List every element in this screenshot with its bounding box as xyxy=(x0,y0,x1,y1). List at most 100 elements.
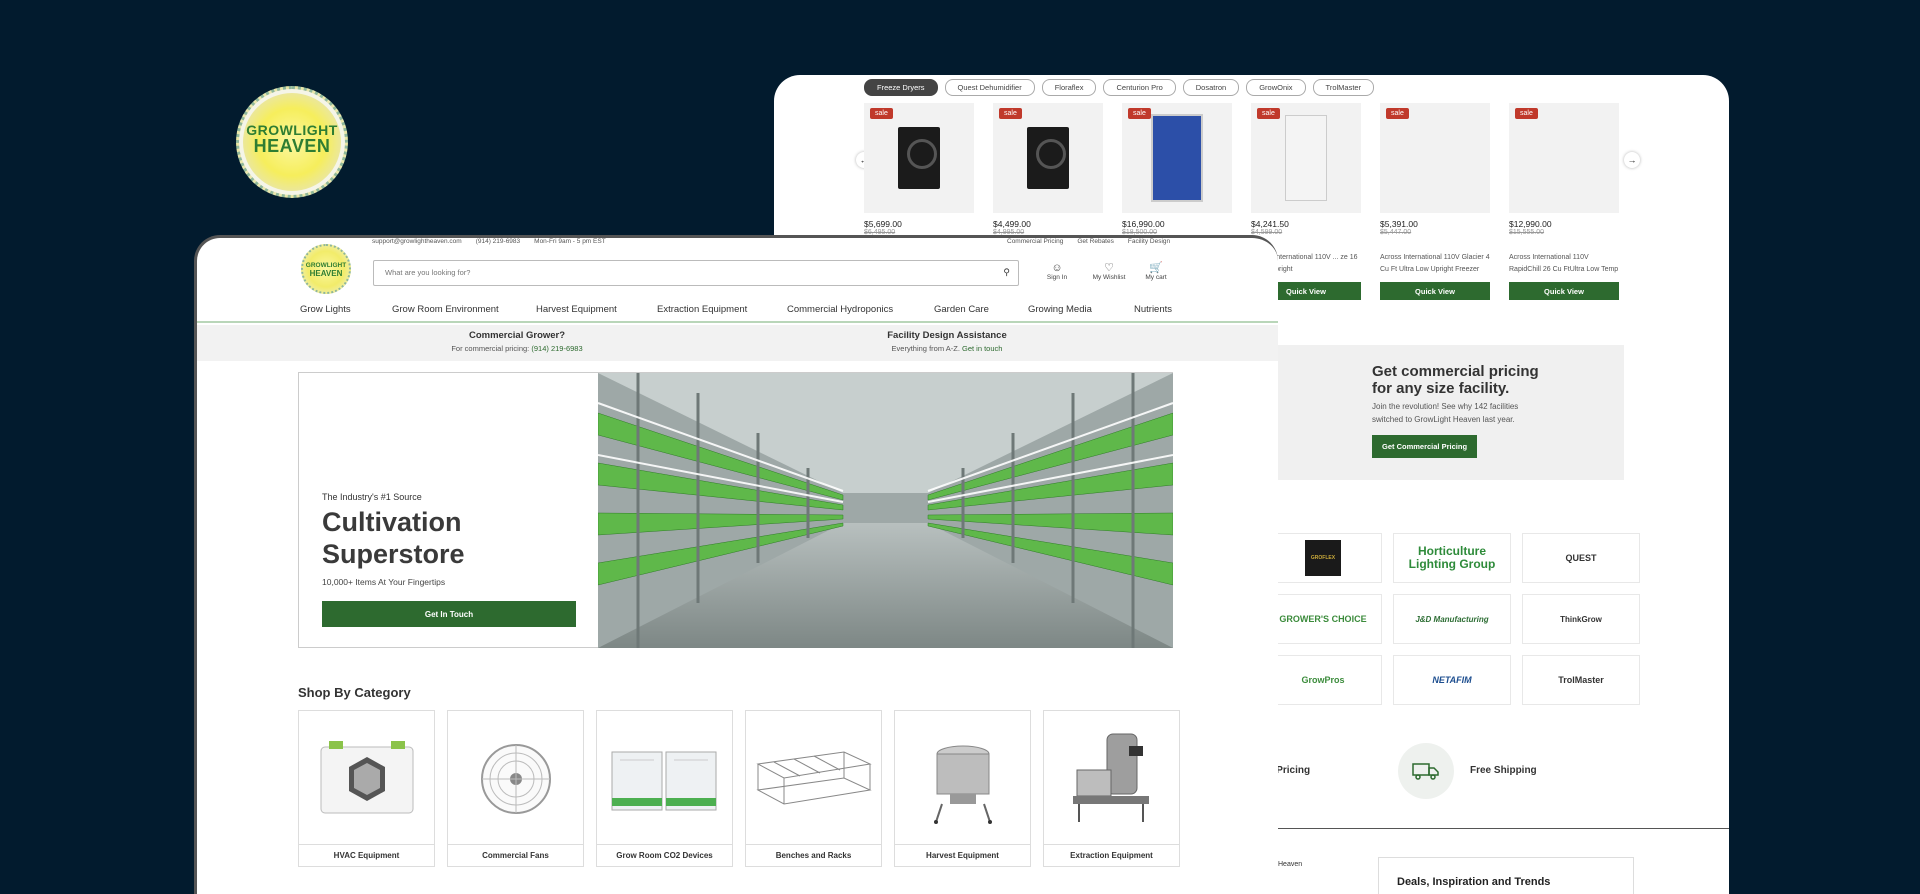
brand-tile[interactable]: GROWER'S CHOICE xyxy=(1264,594,1382,644)
category-label: Extraction Equipment xyxy=(1044,844,1179,866)
facility-design-text: Everything from A-Z. xyxy=(891,344,962,353)
cart-label: My cart xyxy=(1145,274,1167,281)
business-hours: Mon-Fri 9am - 5 pm EST xyxy=(534,238,606,245)
search-placeholder: What are you looking for? xyxy=(385,268,471,277)
commercial-grower-title: Commercial Grower? xyxy=(468,330,566,341)
extraction-machine-image xyxy=(1044,711,1179,846)
product-card[interactable]: sale $12,990.00 $15,555.00 Across Intern… xyxy=(1509,103,1619,300)
product-old-price: $5,447.00 xyxy=(1380,229,1412,236)
category-card-benches[interactable]: Benches and Racks xyxy=(745,710,882,867)
chip-freeze-dryers[interactable]: Freeze Dryers xyxy=(864,79,938,96)
logo-line2: HEAVEN xyxy=(253,136,331,156)
brand-logo: GROWLIGHT HEAVEN xyxy=(236,86,348,198)
product-old-price: $4,599.00 xyxy=(1251,229,1283,236)
sale-badge: sale xyxy=(1515,108,1538,119)
chip-growonix[interactable]: GrowOnix xyxy=(1246,79,1306,96)
freeze-dryer-image xyxy=(898,127,940,189)
hero-banner: The Industry's #1 Source Cultivation Supe… xyxy=(298,372,1173,648)
nav-extraction-equipment[interactable]: Extraction Equipment xyxy=(657,304,747,315)
quick-view-button[interactable]: Quick View xyxy=(1509,282,1619,300)
header-logo-line1: GROWLIGHT xyxy=(305,262,347,269)
category-card-co2[interactable]: Grow Room CO2 Devices xyxy=(596,710,733,867)
chip-quest[interactable]: Quest Dehumidifier xyxy=(944,79,1035,96)
product-price: $16,990.00 xyxy=(1122,219,1165,229)
nav-harvest-equipment[interactable]: Harvest Equipment xyxy=(536,304,617,315)
category-label: Harvest Equipment xyxy=(895,844,1030,866)
hvac-image xyxy=(299,711,434,846)
brand-chips: Freeze Dryers Quest Dehumidifier Florafl… xyxy=(864,79,1375,96)
hero-subtitle: The Industry's #1 Source xyxy=(322,492,422,502)
brand-tile[interactable]: Horticulture Lighting Group xyxy=(1393,533,1511,583)
chip-floraflex[interactable]: Floraflex xyxy=(1041,79,1097,96)
chip-dosatron[interactable]: Dosatron xyxy=(1182,79,1240,96)
sale-badge: sale xyxy=(1128,108,1151,119)
hero-title-line1: Cultivation xyxy=(322,507,462,537)
top-link-rebates[interactable]: Get Rebates xyxy=(1077,238,1114,245)
brand-jd: J&D Manufacturing xyxy=(1415,614,1489,624)
category-label: HVAC Equipment xyxy=(299,844,434,866)
brand-tile[interactable]: QUEST xyxy=(1522,533,1640,583)
nav-growing-media[interactable]: Growing Media xyxy=(1028,304,1092,315)
get-in-touch-button[interactable]: Get In Touch xyxy=(322,601,576,627)
commercial-phone-link[interactable]: (914) 219-6983 xyxy=(531,344,582,353)
brand-tile[interactable]: GROFLEX xyxy=(1264,533,1382,583)
chip-trolmaster[interactable]: TrolMaster xyxy=(1312,79,1375,96)
brand-tile[interactable]: ThinkGrow xyxy=(1522,594,1640,644)
freeze-dryer-image xyxy=(1027,127,1069,189)
facility-design-info: Facility Design Assistance Everything fr… xyxy=(847,330,1047,353)
brand-tile[interactable]: GrowPros xyxy=(1264,655,1382,705)
brand-quest: QUEST xyxy=(1565,553,1597,563)
category-label: Commercial Fans xyxy=(448,844,583,866)
header-logo-line2: HEAVEN xyxy=(309,269,343,278)
commercial-pricing-banner: Get commercial pricing for any size facil… xyxy=(1264,345,1624,480)
top-link-commercial[interactable]: Commercial Pricing xyxy=(1007,238,1063,245)
nav-grow-lights[interactable]: Grow Lights xyxy=(300,304,351,315)
sale-badge: sale xyxy=(999,108,1022,119)
deals-title: Deals, Inspiration and Trends xyxy=(1397,876,1551,888)
shop-by-category-title: Shop By Category xyxy=(298,685,411,700)
top-link-facility[interactable]: Facility Design xyxy=(1128,238,1170,245)
brand-tile[interactable]: TrolMaster xyxy=(1522,655,1640,705)
cart-button[interactable]: 🛒 My cart xyxy=(1131,262,1181,281)
support-email[interactable]: support@growlightheaven.com xyxy=(372,238,462,245)
brand-tile[interactable]: J&D Manufacturing xyxy=(1393,594,1511,644)
brand-tile[interactable]: NETAFIM xyxy=(1393,655,1511,705)
footer-heaven-text: Heaven xyxy=(1278,861,1303,868)
product-card[interactable]: sale $5,391.00 $5,447.00 Across Internat… xyxy=(1380,103,1490,300)
nav-garden-care[interactable]: Garden Care xyxy=(934,304,989,315)
sign-in-button[interactable]: ☺ Sign In xyxy=(1032,262,1082,281)
search-input[interactable]: What are you looking for? ⚲ xyxy=(373,260,1019,286)
product-price: $5,699.00 xyxy=(864,219,902,229)
banner-title-line2: for any size facility. xyxy=(1372,380,1510,397)
category-grid: HVAC Equipment Commercial Fans Grow Room… xyxy=(298,710,1180,867)
harvest-machine-image xyxy=(895,711,1030,846)
chip-centurion[interactable]: Centurion Pro xyxy=(1103,79,1176,96)
nav-grow-room-environment[interactable]: Grow Room Environment xyxy=(392,304,499,315)
hero-lead: 10,000+ Items At Your Fingertips xyxy=(322,577,446,587)
category-card-harvest[interactable]: Harvest Equipment xyxy=(894,710,1031,867)
brand-growers-choice: GROWER'S CHOICE xyxy=(1279,614,1367,624)
nav-commercial-hydroponics[interactable]: Commercial Hydroponics xyxy=(787,304,893,315)
category-card-hvac[interactable]: HVAC Equipment xyxy=(298,710,435,867)
brand-netafim: NETAFIM xyxy=(1432,675,1472,685)
search-icon[interactable]: ⚲ xyxy=(1003,267,1010,278)
category-card-fans[interactable]: Commercial Fans xyxy=(447,710,584,867)
carousel-next-icon[interactable]: → xyxy=(1624,152,1640,168)
fan-image xyxy=(448,711,583,846)
front-browser-window: support@growlightheaven.com (914) 219-69… xyxy=(194,235,1278,894)
get-in-touch-link[interactable]: Get in touch xyxy=(962,344,1002,353)
category-card-extraction[interactable]: Extraction Equipment xyxy=(1043,710,1180,867)
wishlist-button[interactable]: ♡ My Wishlist xyxy=(1084,262,1134,281)
get-commercial-pricing-button[interactable]: Get Commercial Pricing xyxy=(1372,435,1478,458)
product-price: $5,391.00 xyxy=(1380,219,1418,229)
quick-view-button[interactable]: Quick View xyxy=(1380,282,1490,300)
sign-in-label: Sign In xyxy=(1046,274,1068,281)
support-phone[interactable]: (914) 219-6983 xyxy=(476,238,520,245)
sale-badge: sale xyxy=(1257,108,1280,119)
header-logo[interactable]: GROWLIGHT HEAVEN xyxy=(301,244,351,294)
commercial-grower-text: For commercial pricing: xyxy=(451,344,532,353)
product-name: Across International 110V RapidChill 26 … xyxy=(1509,254,1619,273)
nav-nutrients[interactable]: Nutrients xyxy=(1134,304,1172,315)
banner-title-line1: Get commercial pricing xyxy=(1372,363,1539,380)
hero-title-line2: Superstore xyxy=(322,539,465,569)
